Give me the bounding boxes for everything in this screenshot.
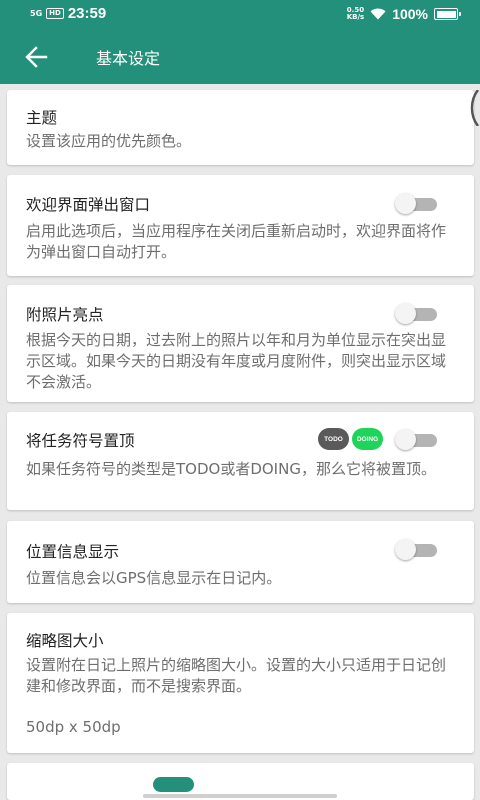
- welcome-popup-toggle[interactable]: [395, 193, 439, 215]
- setting-welcome-popup-desc: 启用此选项后，当应用程序在关闭后重新启动时，欢迎界面将作为弹出窗口自动打开。: [26, 222, 447, 261]
- setting-thumbnail-size-desc: 设置附在日记上照片的缩略图大小。设置的大小只适用于日记创建和修改界面，而不是搜索…: [26, 656, 447, 695]
- battery-percent: 100%: [392, 6, 428, 22]
- status-left: 5G HD 23:59: [30, 5, 106, 22]
- page-indicator-dot[interactable]: [230, 777, 245, 792]
- status-bar: 5G HD 23:59 0.50 KB/s 100%: [0, 0, 480, 30]
- setting-theme-desc: 设置该应用的优先颜色。: [26, 132, 192, 150]
- setting-thumbnail-size[interactable]: 缩略图大小 设置附在日记上照片的缩略图大小。设置的大小只适用于日记创建和修改界面…: [7, 613, 474, 753]
- setting-photo-highlight-title: 附照片亮点: [26, 306, 104, 324]
- todo-badge: TODO: [318, 428, 349, 450]
- toolbar: 基本设定: [0, 30, 480, 84]
- setting-welcome-popup[interactable]: 欢迎界面弹出窗口 启用此选项后，当应用程序在关闭后重新启动时，欢迎界面将作为弹出…: [7, 175, 474, 276]
- setting-welcome-popup-title: 欢迎界面弹出窗口: [26, 196, 151, 214]
- setting-location-display-desc: 位置信息会以GPS信息显示在日记内。: [26, 569, 282, 587]
- photo-highlight-toggle[interactable]: [395, 303, 439, 325]
- page-indicator-dot[interactable]: [203, 777, 218, 792]
- page-indicator: [0, 774, 480, 794]
- toggle-thumb: [395, 539, 416, 560]
- home-indicator[interactable]: [143, 794, 337, 798]
- hd-indicator: HD: [46, 8, 64, 19]
- battery-icon: [434, 8, 461, 20]
- page-indicator-dot[interactable]: [284, 777, 299, 792]
- doing-badge: DOING: [352, 428, 383, 450]
- setting-thumbnail-size-title: 缩略图大小: [26, 632, 104, 650]
- setting-location-display-title: 位置信息显示: [26, 543, 120, 561]
- setting-task-symbol-top[interactable]: 将任务符号置顶 如果任务符号的类型是TODO或者DOING，那么它将被置顶。: [7, 412, 474, 510]
- task-symbol-top-toggle[interactable]: [395, 429, 439, 451]
- back-arrow-icon[interactable]: [22, 42, 54, 72]
- page-indicator-active[interactable]: [153, 777, 194, 792]
- network-speed-unit: KB/s: [346, 13, 365, 21]
- page-indicator-dot[interactable]: [311, 777, 326, 792]
- signal-indicator: 5G: [30, 8, 43, 18]
- setting-task-symbol-top-desc: 如果任务符号的类型是TODO或者DOING，那么它将被置顶。: [26, 460, 436, 478]
- status-time: 23:59: [67, 5, 107, 22]
- setting-photo-highlight[interactable]: 附照片亮点 根据今天的日期，过去附上的照片以年和月为单位显示在突出显示区域。如果…: [7, 285, 474, 402]
- toggle-thumb: [395, 193, 416, 214]
- status-right: 0.50 KB/s 100%: [347, 6, 461, 22]
- setting-location-display[interactable]: 位置信息显示 位置信息会以GPS信息显示在日记内。: [7, 521, 474, 603]
- wifi-icon: [370, 8, 386, 20]
- toggle-thumb: [395, 303, 416, 324]
- network-speed: 0.50 KB/s: [347, 7, 364, 21]
- setting-theme[interactable]: 主题 设置该应用的优先颜色。: [7, 90, 474, 165]
- toggle-thumb: [395, 429, 416, 450]
- page-indicator-dot[interactable]: [257, 777, 272, 792]
- setting-theme-title: 主题: [26, 109, 58, 127]
- setting-thumbnail-size-value: 50dp x 50dp: [26, 718, 121, 736]
- edge-handle-icon[interactable]: [466, 90, 480, 126]
- setting-photo-highlight-desc: 根据今天的日期，过去附上的照片以年和月为单位显示在突出显示区域。如果今天的日期没…: [26, 331, 447, 391]
- location-display-toggle[interactable]: [395, 539, 439, 561]
- setting-task-symbol-top-title: 将任务符号置顶: [26, 432, 135, 450]
- page-title: 基本设定: [96, 49, 161, 68]
